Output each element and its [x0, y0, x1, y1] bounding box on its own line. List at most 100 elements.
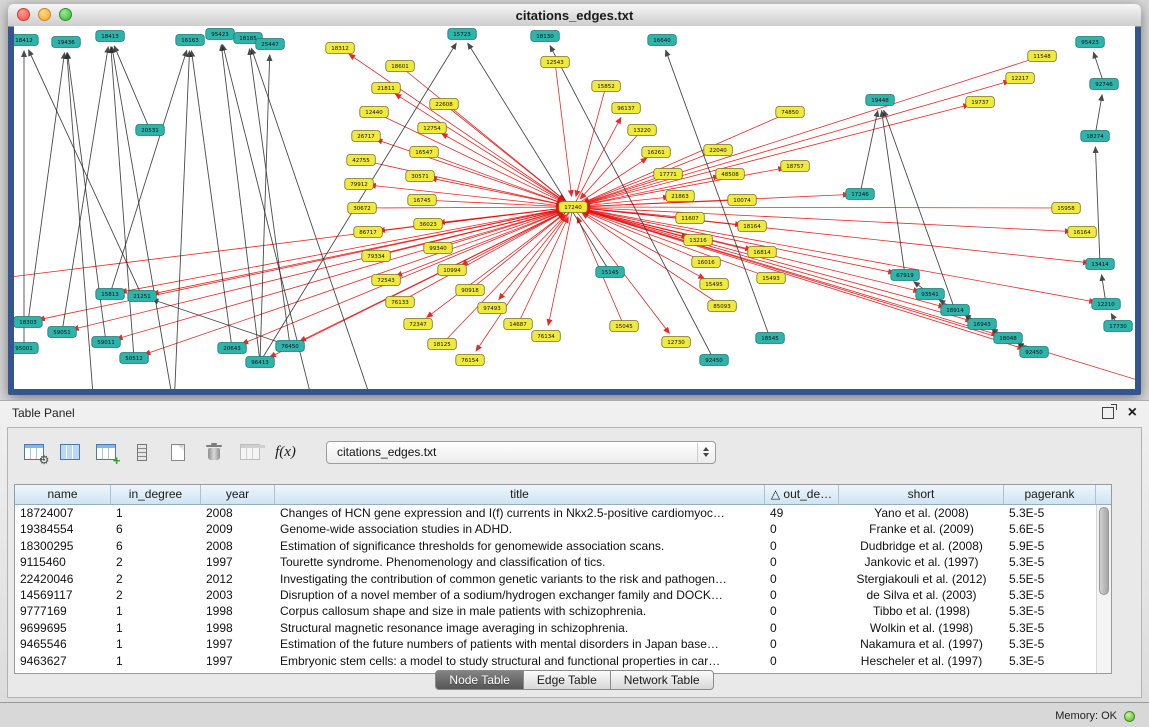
table-row[interactable]: 946362711997Embryonic stem cells: a mode… — [15, 653, 1111, 669]
graph-node[interactable]: 16261 — [642, 147, 671, 158]
graph-node[interactable]: 18757 — [781, 161, 810, 172]
graph-node[interactable]: 18130 — [531, 31, 560, 42]
graph-node[interactable]: 90918 — [456, 285, 485, 296]
table-selector-dropdown[interactable]: citations_edges.txt — [326, 441, 716, 464]
graph-node[interactable]: 20531 — [136, 125, 165, 136]
table-row[interactable]: 1456911722003Disruption of a novel membe… — [15, 587, 1111, 603]
tab-network-table[interactable]: Network Table — [611, 670, 714, 690]
table-mode-button[interactable]: ⚙ — [20, 439, 47, 466]
graph-node[interactable]: 95423 — [206, 29, 235, 40]
graph-node[interactable]: 10074 — [728, 195, 757, 206]
network-canvas[interactable]: 1724018601218111244026717427557991230672… — [14, 26, 1135, 389]
create-column-button[interactable]: + — [92, 439, 119, 466]
graph-node[interactable]: 17240 — [559, 202, 588, 213]
scrollbar-thumb[interactable] — [1099, 507, 1109, 595]
function-builder-button[interactable]: f(x) — [272, 439, 299, 466]
graph-node[interactable]: 85093 — [708, 301, 737, 312]
graph-node[interactable]: 95423 — [1076, 37, 1105, 48]
graph-node[interactable]: 74850 — [776, 107, 805, 118]
column-header-short[interactable]: short — [839, 485, 1004, 505]
graph-node[interactable]: 16943 — [968, 319, 997, 330]
tab-node-table[interactable]: Node Table — [435, 670, 524, 690]
graph-node[interactable]: 76450 — [276, 341, 305, 352]
column-header-name[interactable]: name — [15, 485, 111, 505]
graph-node[interactable]: 26717 — [352, 131, 381, 142]
graph-node[interactable]: 18048 — [994, 333, 1023, 344]
show-columns-button[interactable] — [56, 439, 83, 466]
graph-node[interactable]: 76134 — [532, 331, 561, 342]
close-panel-icon[interactable]: × — [1128, 405, 1137, 421]
graph-node[interactable]: 17771 — [654, 169, 683, 180]
graph-node[interactable]: 12210 — [1092, 299, 1121, 310]
graph-node[interactable]: 59011 — [92, 337, 121, 348]
close-window-button[interactable] — [17, 8, 30, 21]
graph-node[interactable]: 17246 — [846, 189, 875, 200]
column-header-in_degree[interactable]: in_degree — [111, 485, 201, 505]
graph-node[interactable]: 25447 — [256, 39, 284, 50]
column-header-out_degree[interactable]: △ out_de… — [765, 485, 839, 505]
graph-node[interactable]: 72347 — [404, 319, 433, 330]
graph-node[interactable]: 18274 — [1081, 131, 1110, 142]
graph-node[interactable]: 15145 — [596, 267, 625, 278]
graph-node[interactable]: 20643 — [218, 343, 247, 354]
graph-node[interactable]: 76133 — [386, 297, 415, 308]
zoom-window-button[interactable] — [59, 8, 72, 21]
graph-node[interactable]: 16016 — [692, 257, 721, 268]
graph-node[interactable]: 16745 — [408, 195, 437, 206]
graph-node[interactable]: 15852 — [592, 81, 621, 92]
graph-node[interactable]: 96413 — [246, 357, 274, 368]
graph-node[interactable]: 92450 — [700, 355, 729, 366]
graph-node[interactable]: 79334 — [362, 251, 391, 262]
graph-node[interactable]: 86717 — [354, 227, 383, 238]
graph-node[interactable]: 12440 — [360, 107, 389, 118]
graph-node[interactable]: 96137 — [612, 103, 641, 114]
graph-node[interactable]: 76154 — [456, 355, 485, 366]
table-row[interactable]: 2242004622012Investigating the contribut… — [15, 571, 1111, 587]
graph-node[interactable]: 16164 — [1068, 227, 1097, 238]
graph-node[interactable]: 12754 — [418, 123, 447, 134]
graph-node[interactable]: 17730 — [1104, 321, 1133, 332]
graph-node[interactable]: 30571 — [406, 171, 435, 182]
graph-node[interactable]: 12217 — [1006, 73, 1035, 84]
table-panel-titlebar[interactable]: Table Panel × — [0, 401, 1149, 425]
graph-node[interactable]: 12543 — [541, 57, 570, 68]
graph-node[interactable]: 22040 — [704, 145, 733, 156]
graph-node[interactable]: 18914 — [941, 305, 970, 316]
minimize-window-button[interactable] — [38, 8, 51, 21]
window-titlebar[interactable]: citations_edges.txt — [8, 4, 1141, 27]
graph-node[interactable]: 93541 — [916, 289, 945, 300]
graph-node[interactable]: 19737 — [966, 97, 995, 108]
graph-node[interactable]: 11607 — [676, 213, 705, 224]
graph-node[interactable]: 36023 — [414, 219, 443, 230]
column-header-title[interactable]: title — [275, 485, 765, 505]
graph-node[interactable]: 14687 — [504, 319, 533, 330]
table-scrollbar[interactable] — [1096, 505, 1111, 673]
graph-node[interactable]: 21251 — [128, 291, 157, 302]
graph-node[interactable]: 18601 — [386, 61, 415, 72]
graph-node[interactable]: 15045 — [610, 321, 639, 332]
graph-node[interactable]: 15958 — [1052, 203, 1081, 214]
float-panel-icon[interactable] — [1102, 407, 1114, 419]
row-options-button[interactable] — [128, 439, 155, 466]
graph-node[interactable]: 18164 — [738, 221, 767, 232]
graph-node[interactable]: 11548 — [1028, 51, 1057, 62]
graph-node[interactable]: 97493 — [478, 303, 507, 314]
graph-node[interactable]: 18303 — [14, 317, 42, 328]
graph-node[interactable]: 16163 — [176, 35, 205, 46]
graph-node[interactable]: 21811 — [372, 83, 401, 94]
graph-node[interactable]: 15495 — [700, 279, 729, 290]
graph-node[interactable]: 50512 — [120, 353, 149, 364]
table-row[interactable]: 969969511998Structural magnetic resonanc… — [15, 620, 1111, 636]
tab-edge-table[interactable]: Edge Table — [524, 670, 611, 690]
table-row[interactable]: 977716911998Corpus callosum shape and si… — [15, 603, 1111, 619]
table-row[interactable]: 1830029562008Estimation of significance … — [15, 538, 1111, 554]
graph-node[interactable]: 79912 — [345, 179, 374, 190]
import-table-button[interactable] — [236, 439, 263, 466]
graph-node[interactable]: 18545 — [756, 333, 785, 344]
graph-node[interactable]: 21863 — [666, 191, 695, 202]
graph-node[interactable]: 22608 — [430, 99, 459, 110]
table-row[interactable]: 911546021997Tourette syndrome. Phenomeno… — [15, 554, 1111, 570]
graph-node[interactable]: 67919 — [891, 270, 920, 281]
graph-node[interactable]: 72543 — [372, 275, 401, 286]
new-table-button[interactable] — [164, 439, 191, 466]
